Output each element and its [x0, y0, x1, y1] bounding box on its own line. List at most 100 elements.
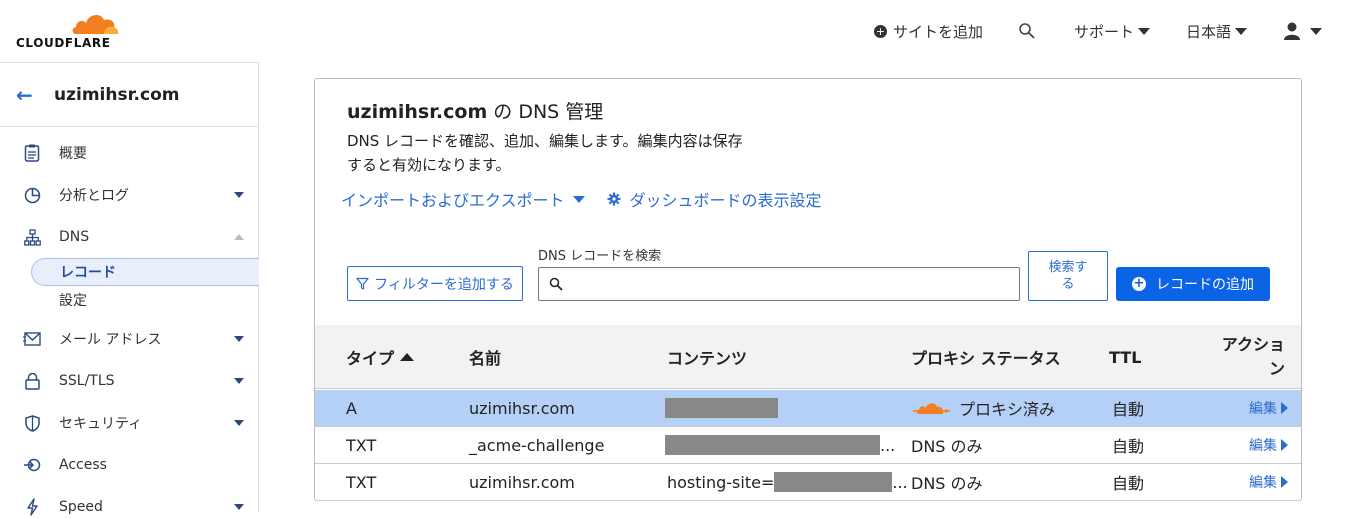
redacted-block	[665, 435, 880, 455]
title-suffix: の DNS 管理	[487, 101, 604, 123]
sidebar-domain: uzimihsr.com	[54, 84, 180, 105]
record-name: uzimihsr.com	[469, 472, 575, 492]
proxy-status-label: プロキシ済み	[959, 400, 1056, 419]
description-line: DNS レコードを確認、追加、編集します。編集内容は保存	[347, 132, 743, 150]
sidebar-subitem-settings[interactable]: 設定	[31, 286, 259, 314]
sidebar-item-ssl[interactable]: SSL/TLS	[0, 369, 258, 393]
support-menu[interactable]: サポート	[1074, 0, 1151, 62]
sidebar-subitem-records[interactable]: レコード	[31, 258, 259, 286]
redacted-block	[774, 472, 893, 492]
card-links: インポートおよびエクスポート ダッシュボードの表示設定	[341, 187, 822, 211]
gear-icon	[607, 192, 621, 206]
search-submit-button[interactable]: 検索す る	[1028, 251, 1108, 301]
sidebar-header: ← uzimihsr.com	[0, 63, 258, 127]
chevron-down-icon	[234, 504, 244, 510]
table-header: タイプ 名前 コンテンツ プロキシ ステータス TTL アクショ ン	[315, 325, 1301, 389]
proxy-status: プロキシ済み	[913, 390, 1055, 426]
sidebar: ← uzimihsr.com 概要 分析とログ DNS レコード 設定 メール …	[0, 62, 259, 516]
network-icon	[23, 228, 41, 246]
sidebar-item-access[interactable]: Access	[0, 453, 258, 477]
column-header-actions: アクショ ン	[1221, 325, 1285, 389]
pie-chart-icon	[23, 186, 41, 204]
column-header-label: アクショ	[1221, 335, 1285, 354]
edit-record-button[interactable]: 編集	[1249, 390, 1288, 426]
proxied-cloud-icon	[913, 403, 950, 414]
sort-ascending-icon	[400, 353, 415, 361]
chevron-right-icon	[1281, 476, 1288, 488]
chevron-down-icon	[234, 336, 244, 342]
record-content	[665, 390, 778, 426]
edit-label: 編集	[1249, 475, 1277, 491]
record-ttl: 自動	[1112, 474, 1145, 493]
dns-management-card: uzimihsr.com の DNS 管理 DNS レコードを確認、追加、編集し…	[314, 78, 1302, 501]
dashboard-settings-link[interactable]: ダッシュボードの表示設定	[630, 187, 822, 211]
bolt-icon	[23, 498, 41, 516]
logo-wordmark: CLOUDFLARE	[16, 36, 111, 50]
arrow-left-icon[interactable]: ←	[16, 83, 36, 107]
sidebar-item-label: 分析とログ	[59, 188, 129, 204]
add-filter-button[interactable]: フィルターを追加する	[347, 266, 523, 301]
ellipsis: ...	[880, 435, 896, 455]
plus-circle-icon: +	[1132, 276, 1146, 291]
sidebar-item-email[interactable]: メール アドレス	[0, 327, 258, 351]
sidebar-item-security[interactable]: セキュリティ	[0, 411, 258, 435]
table-row[interactable]: TXT _acme-challenge ... DNS のみ 自動 編集	[315, 427, 1301, 464]
search-icon	[549, 277, 563, 291]
sidebar-item-dns[interactable]: DNS	[0, 225, 258, 249]
cloudflare-logo[interactable]: CLOUDFLARE	[16, 10, 126, 52]
column-header-type[interactable]: タイプ	[346, 325, 415, 389]
chevron-down-icon	[1138, 27, 1151, 35]
record-content: ...	[665, 427, 895, 463]
column-header-ttl: TTL	[1109, 325, 1141, 389]
sidebar-subitem-label: 設定	[59, 293, 87, 309]
language-label: 日本語	[1186, 22, 1232, 41]
record-ttl: 自動	[1112, 400, 1145, 419]
user-icon	[1284, 22, 1300, 40]
sidebar-item-label: SSL/TLS	[59, 373, 115, 389]
dns-search-input[interactable]	[538, 267, 1020, 301]
column-header-label: TTL	[1109, 347, 1142, 367]
sidebar-item-analytics[interactable]: 分析とログ	[0, 183, 258, 207]
chevron-down-icon	[234, 378, 244, 384]
column-header-label: 名前	[469, 349, 502, 368]
document-icon	[23, 144, 41, 162]
sidebar-item-label: メール アドレス	[59, 332, 162, 348]
import-export-link[interactable]: インポートおよびエクスポート	[341, 187, 565, 211]
sidebar-item-speed[interactable]: Speed	[0, 495, 258, 519]
record-ttl: 自動	[1112, 437, 1145, 456]
column-header-label: プロキシ ステータス	[911, 349, 1061, 368]
chevron-down-icon[interactable]	[572, 195, 585, 203]
edit-record-button[interactable]: 編集	[1249, 464, 1288, 500]
record-name: uzimihsr.com	[469, 398, 575, 418]
chevron-right-icon	[1281, 402, 1288, 414]
language-menu[interactable]: 日本語	[1186, 0, 1248, 62]
record-type: TXT	[346, 435, 377, 455]
title-domain: uzimihsr.com	[347, 101, 488, 123]
search-label: DNS レコードを検索	[538, 249, 662, 264]
sidebar-subitem-label: レコード	[60, 265, 116, 281]
sidebar-item-overview[interactable]: 概要	[0, 141, 258, 165]
top-bar: CLOUDFLARE + サイトを追加 サポート 日本語	[0, 0, 1356, 62]
search-icon	[1019, 23, 1035, 39]
search-button[interactable]	[1018, 0, 1036, 62]
description-line: すると有効になります。	[347, 156, 511, 174]
redacted-block	[665, 398, 778, 418]
plus-circle-icon: +	[874, 24, 887, 38]
record-content: hosting-site= ...	[667, 464, 908, 500]
table-row[interactable]: TXT uzimihsr.com hosting-site= ... DNS の…	[315, 464, 1301, 501]
user-menu[interactable]	[1282, 0, 1322, 62]
shield-icon	[23, 414, 41, 432]
add-site-link[interactable]: + サイトを追加	[874, 0, 983, 62]
edit-record-button[interactable]: 編集	[1249, 427, 1288, 463]
sidebar-item-label: Access	[59, 457, 107, 473]
add-record-button[interactable]: + レコードの追加	[1116, 267, 1270, 301]
chevron-down-icon	[1310, 27, 1322, 35]
column-header-label: タイプ	[346, 349, 395, 368]
table-row[interactable]: A uzimihsr.com プロキシ済み 自動 編集	[315, 390, 1301, 427]
add-filter-label: フィルターを追加する	[374, 276, 514, 293]
content-prefix: hosting-site=	[667, 472, 775, 492]
column-header-name: 名前	[469, 325, 501, 389]
mail-icon	[23, 330, 41, 348]
support-label: サポート	[1074, 22, 1135, 41]
sidebar-item-label: 概要	[59, 146, 87, 162]
